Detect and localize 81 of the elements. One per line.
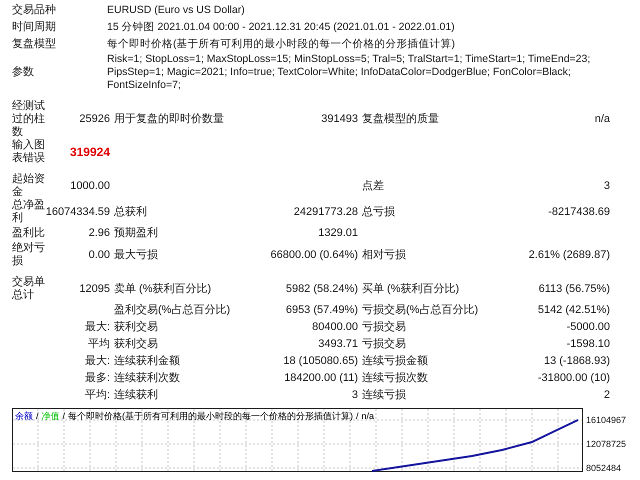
row-value: 最大:: [84, 321, 110, 334]
row-label: 时间周期: [12, 21, 56, 33]
row-label: 相对亏损: [362, 248, 406, 262]
row-value: 3: [352, 389, 358, 402]
axis-label: 16104967: [586, 415, 626, 425]
row-label: 连续获利次数: [114, 372, 180, 385]
row-value: 3: [604, 180, 610, 192]
row-value: 13 (-1868.93): [544, 355, 610, 368]
row-value: 2.96: [88, 227, 110, 240]
row-value: 1329.01: [318, 227, 358, 240]
row-label: 用于复盘的即时价数量: [114, 113, 224, 126]
legend-text: /: [36, 411, 39, 422]
row-value: 3493.71: [318, 338, 358, 351]
row-value: 每个即时价格(基于所有可利用的最小时段的每一个价格的分形插值计算): [107, 38, 455, 50]
row-label: 起始资金: [12, 173, 46, 199]
legend-text: /: [356, 411, 359, 422]
row-value: 184200.00 (11): [284, 372, 358, 385]
row-value: -5000.00: [566, 321, 610, 334]
row-label: 亏损交易: [362, 338, 406, 351]
row-value: 平均: [88, 338, 110, 351]
row-value: 16074334.59: [46, 206, 110, 218]
row-value: 6953 (57.49%): [286, 304, 358, 317]
row-label: 预期盈利: [114, 227, 158, 240]
legend-text: 余额: [15, 411, 33, 422]
row-value: 6113 (56.75%): [538, 282, 610, 296]
row-label: 参数: [12, 66, 34, 78]
row-value: 2: [604, 389, 610, 402]
row-value: Risk=1; StopLoss=1; MaxStopLoss=15; MinStopLoss=5; Tral=5; TralStart=1; TimeStart=1; TimeEnd=23; PipsStep=1; Magic=2021; Info=true; TextColor=White; InfoDataColor=DodgerBlue; FonColor=Black; FontSizeInfo=7;: [107, 53, 590, 91]
row-label: 点差: [362, 180, 384, 192]
row-value: -8217438.69: [548, 206, 610, 218]
row-label: 输入图表错误: [12, 139, 46, 165]
row-label: 连续获利金额: [114, 355, 180, 368]
row-value: 12095: [79, 282, 110, 296]
row-label: 亏损交易: [362, 321, 406, 334]
row-label: 绝对亏损: [12, 242, 46, 268]
row-label: 连续亏损金额: [362, 355, 428, 368]
row-value: 66800.00 (0.64%): [270, 248, 358, 262]
legend-text: 净值: [42, 411, 60, 422]
row-value: 0.00: [88, 248, 110, 262]
row-label: 获利交易: [114, 321, 158, 334]
row-value: 15 分钟图 2021.01.04 00:00 - 2021.12.31 20:45 (2021.01.01 - 2022.01.01): [107, 21, 455, 33]
row-value: 5982 (58.24%): [286, 282, 358, 296]
row-label: 卖单 (%获利百分比): [114, 282, 212, 296]
row-value: 2.61% (2689.87): [528, 248, 610, 262]
row-label: 盈利比: [12, 227, 46, 240]
row-label: 总亏损: [362, 206, 395, 218]
row-value: 391493: [321, 113, 358, 126]
legend-text: /: [62, 411, 66, 422]
row-value: 平均:: [84, 389, 110, 402]
axis-label: 12078725: [586, 439, 626, 449]
row-label: 交易品种: [12, 4, 56, 16]
legend-text: 每个即时价格(基于所有可利用的最小时段的每一个价格的分形插值计算): [68, 411, 354, 422]
row-label: 复盘模型的质量: [362, 113, 439, 126]
row-value: 5142 (42.51%): [538, 304, 610, 317]
row-value: 24291773.28: [294, 206, 358, 218]
row-label: 亏损交易(%占总百分比): [362, 304, 478, 317]
row-label: 盈利交易(%占总百分比): [114, 304, 230, 317]
row-label: 经测试过的柱数: [12, 100, 46, 139]
row-label: 总获利: [114, 206, 147, 218]
row-value: 18 (105080.65): [283, 355, 358, 368]
row-value: -1598.10: [566, 338, 610, 351]
row-value: 25926: [79, 113, 110, 126]
row-value: 319924: [70, 146, 110, 158]
row-value: EURUSD (Euro vs US Dollar): [107, 4, 245, 16]
row-value: 最多:: [84, 372, 110, 385]
row-value: -31800.00 (10): [538, 372, 610, 385]
axis-label: 8052484: [586, 463, 622, 472]
row-label: 最大亏损: [114, 248, 158, 262]
row-value: 80400.00: [312, 321, 358, 334]
row-value: 最大:: [84, 355, 110, 368]
row-label: 连续获利: [114, 389, 158, 402]
row-label: 获利交易: [114, 338, 158, 351]
row-label: 买单 (%获利百分比): [362, 282, 460, 296]
row-value: 1000.00: [70, 180, 110, 192]
row-value: n/a: [594, 113, 610, 126]
row-label: 连续亏损: [362, 389, 406, 402]
row-label: 总净盈利: [12, 199, 46, 225]
legend-text: n/a: [362, 411, 374, 422]
row-label: 复盘模型: [12, 38, 56, 50]
row-label: 交易单总计: [12, 276, 46, 302]
row-label: 连续亏损次数: [362, 372, 428, 385]
